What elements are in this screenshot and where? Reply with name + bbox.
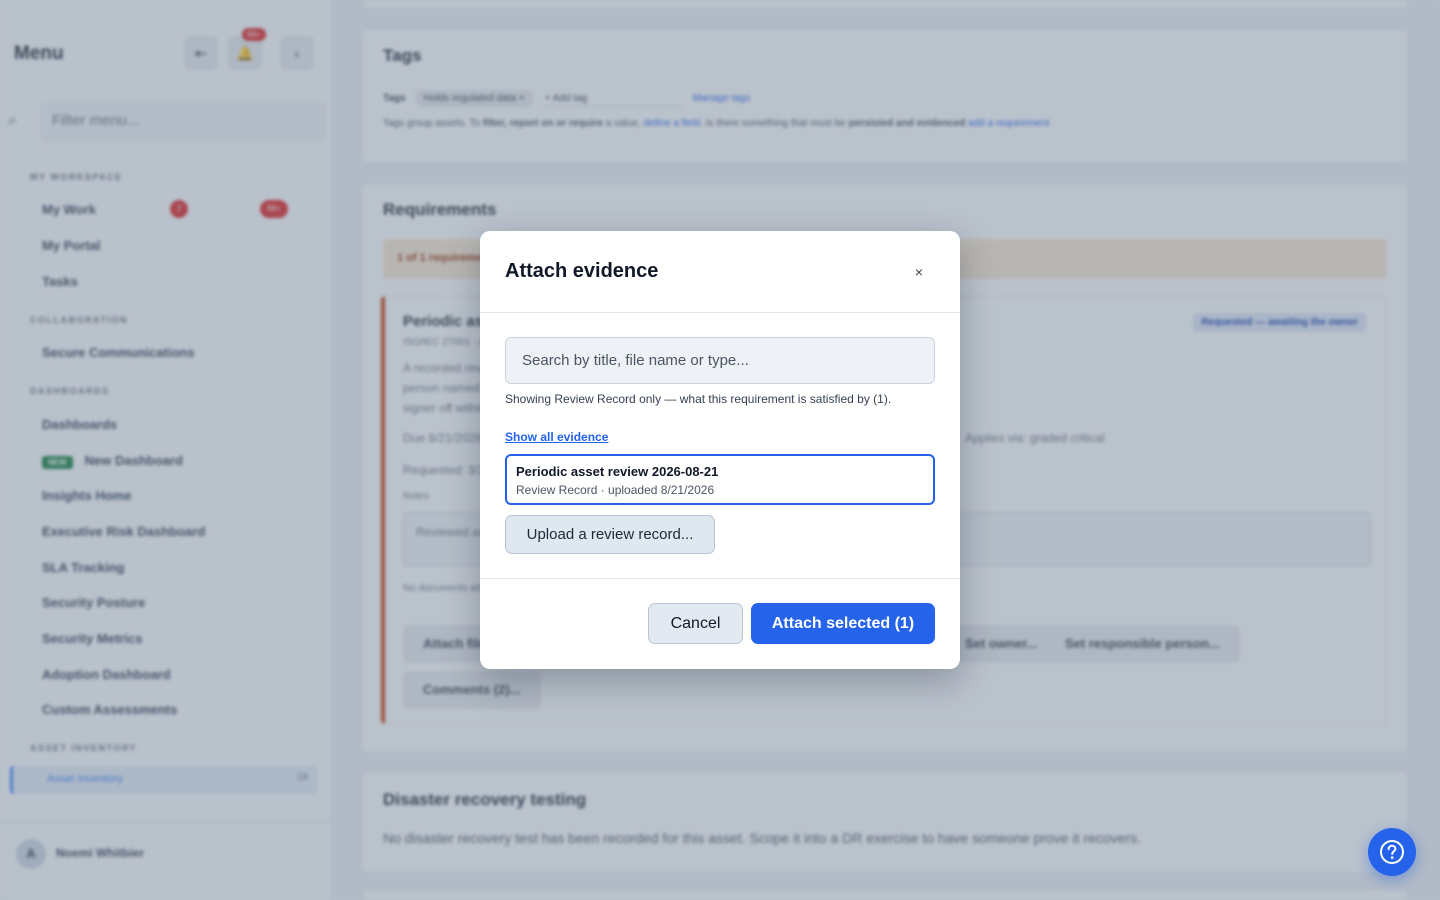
close-icon[interactable]: × bbox=[908, 261, 930, 283]
evidence-title: Periodic asset review 2026-08-21 bbox=[516, 464, 719, 479]
evidence-option-selected[interactable]: Periodic asset review 2026-08-21 Review … bbox=[505, 454, 935, 505]
show-all-evidence-link[interactable]: Show all evidence bbox=[505, 430, 608, 444]
dialog-header: Attach evidence × bbox=[480, 231, 960, 313]
dialog-title: Attach evidence bbox=[505, 260, 659, 282]
cancel-button[interactable]: Cancel bbox=[648, 603, 743, 644]
attach-selected-button[interactable]: Attach selected (1) bbox=[751, 603, 935, 644]
attach-evidence-dialog: Attach evidence × Showing Review Record … bbox=[480, 231, 960, 669]
upload-review-record-button[interactable]: Upload a review record... bbox=[505, 515, 715, 554]
dialog-footer: Cancel Attach selected (1) bbox=[480, 578, 960, 669]
question-icon bbox=[1380, 840, 1404, 864]
help-button[interactable] bbox=[1368, 828, 1416, 876]
evidence-subtitle: Review Record · uploaded 8/21/2026 bbox=[516, 483, 715, 497]
filter-hint: Showing Review Record only — what this r… bbox=[505, 392, 892, 406]
evidence-search-input[interactable] bbox=[505, 337, 935, 384]
